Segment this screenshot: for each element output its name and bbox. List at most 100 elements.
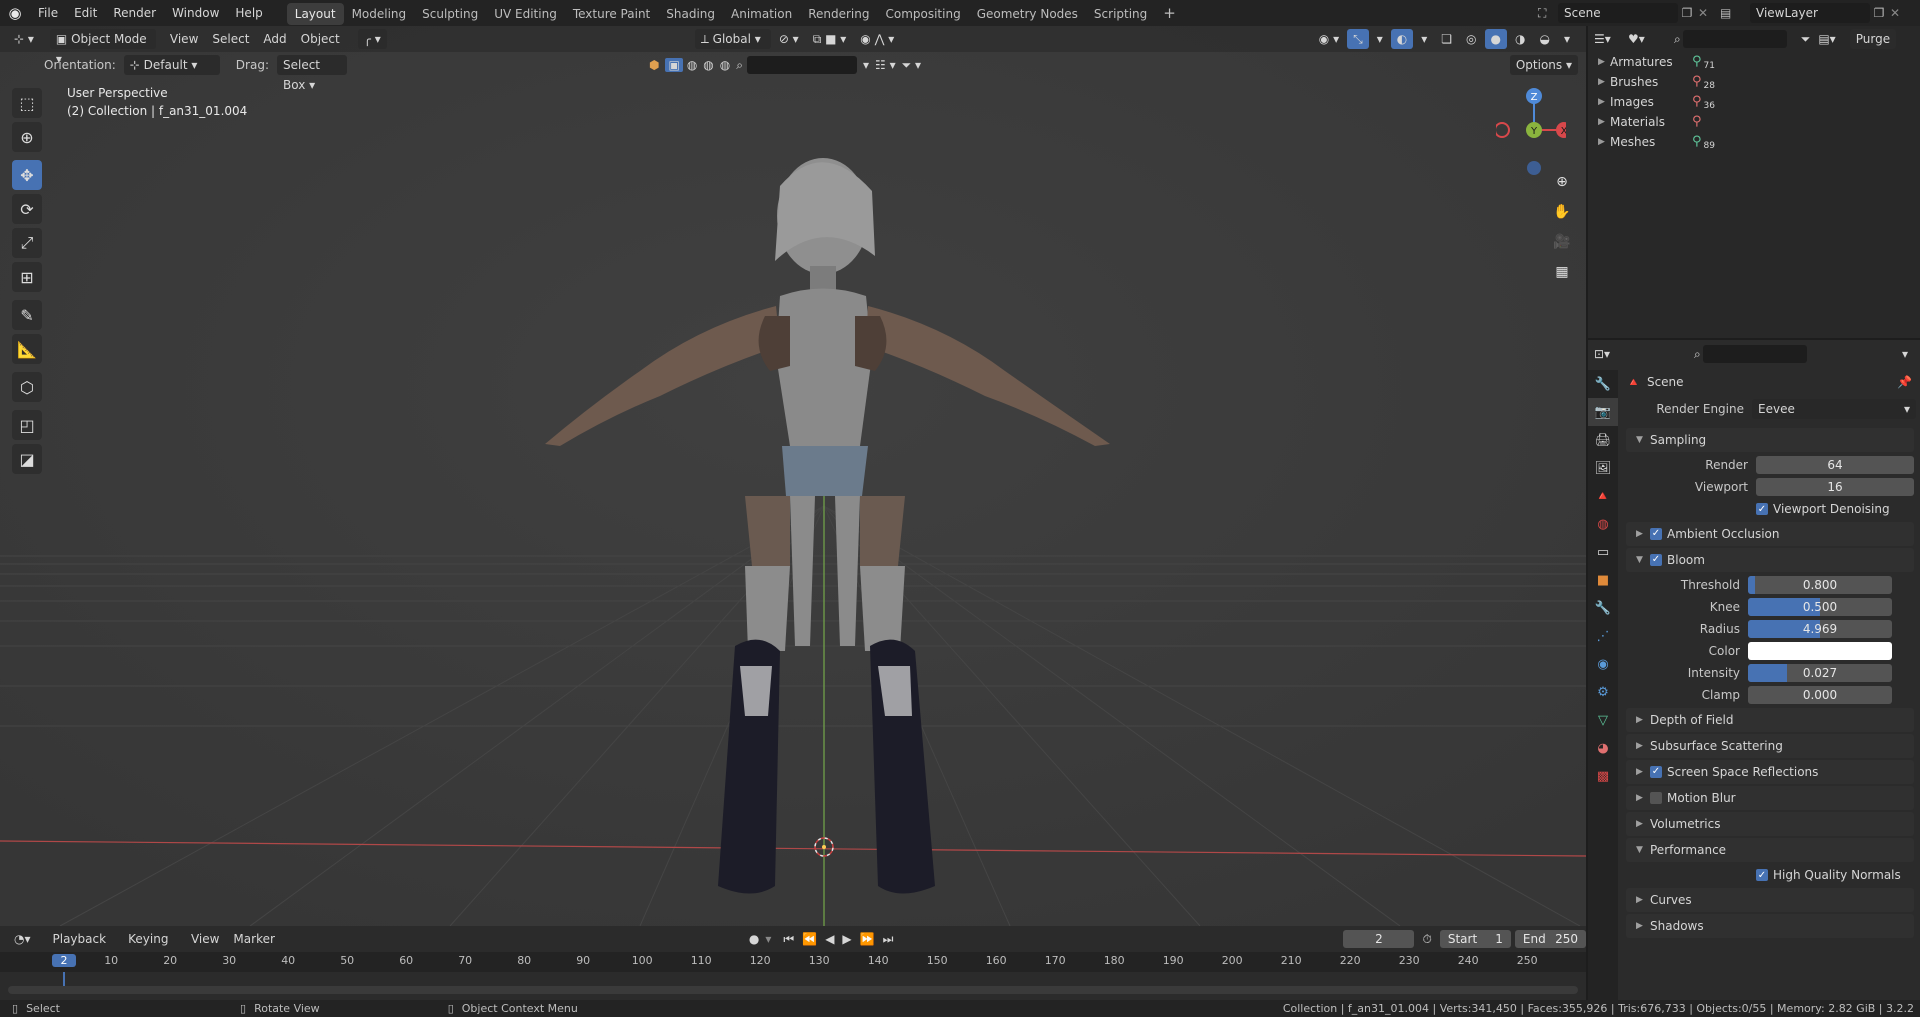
bloom-checkbox[interactable]: ✓ xyxy=(1650,554,1662,566)
viewport-samples-field[interactable]: 16 xyxy=(1756,478,1914,496)
tab-animation[interactable]: Animation xyxy=(723,3,800,25)
cursor-tool-icon[interactable]: ⊕ xyxy=(12,122,42,152)
texture-tool-icon[interactable]: ◪ xyxy=(12,444,42,474)
shading-toggle[interactable]: ╭ ▾ xyxy=(357,29,387,49)
outliner-search-input[interactable] xyxy=(1682,30,1787,48)
select-box-tool-icon[interactable]: ⬚ xyxy=(12,88,42,118)
frame-ruler[interactable]: 2 10 20 30 40 50 60 70 80 90 100 110 120 130 140 150 160… xyxy=(0,952,1586,994)
timeline-menu-marker[interactable]: Marker xyxy=(227,929,280,949)
tab-scripting[interactable]: Scripting xyxy=(1086,3,1155,25)
outliner-item-images[interactable]: ▶ Images ⚲ 36 xyxy=(1588,92,1920,112)
pan-hand-icon[interactable]: ✋ xyxy=(1549,199,1575,225)
bloom-intensity-slider[interactable]: 0.027 xyxy=(1748,664,1892,682)
ssr-checkbox[interactable]: ✓ xyxy=(1650,766,1662,778)
annotate-tool-icon[interactable]: ✎ xyxy=(12,300,42,330)
viewport-menu-object[interactable]: Object xyxy=(295,29,346,49)
3d-viewport[interactable]: ⊹ ▾ ▣ Object Mode ▾ View Select Add Object … xyxy=(0,26,1586,926)
xray-icon[interactable]: ❏ xyxy=(1435,29,1458,49)
hq-normals-checkbox[interactable]: ✓ xyxy=(1756,869,1768,881)
face-select-icon[interactable]: ◍ xyxy=(720,58,730,72)
panel-shadows[interactable]: ▶ Shadows xyxy=(1626,914,1914,938)
modifier-tab-icon[interactable]: 🔧 xyxy=(1588,594,1618,622)
vertex-select-icon[interactable]: ◍ xyxy=(687,58,697,72)
panel-motion-blur[interactable]: ▶ Motion Blur xyxy=(1626,786,1914,810)
constraints-tab-icon[interactable]: ⚙ xyxy=(1588,678,1618,706)
mode-selector[interactable]: ▣ Object Mode ▾ xyxy=(49,29,156,66)
material-shading-icon[interactable]: ◑ xyxy=(1509,29,1531,49)
stopwatch-icon[interactable]: ⏱ xyxy=(1422,932,1431,947)
outliner-item-armatures[interactable]: ▶ Armatures ⚲ 71 xyxy=(1588,52,1920,72)
outliner-item-meshes[interactable]: ▶ Meshes ⚲ 89 xyxy=(1588,132,1920,152)
bloom-threshold-slider[interactable]: 0.800 xyxy=(1748,576,1892,594)
view-layer-copy-icon[interactable]: ❐ xyxy=(1870,6,1888,20)
object-tab-icon[interactable]: ■ xyxy=(1588,566,1618,594)
proportional-edit-icon[interactable]: ◉ ⋀ ▾ xyxy=(854,29,900,49)
timeline-menu-view[interactable]: View xyxy=(185,929,225,949)
viewport-menu-select[interactable]: Select xyxy=(206,29,255,49)
render-tab-icon[interactable]: 📷 xyxy=(1588,398,1618,426)
texture-tab-icon[interactable]: ▩ xyxy=(1588,762,1618,790)
scale-tool-icon[interactable]: ⤢ xyxy=(12,228,42,258)
measure-tool-icon[interactable]: 📐 xyxy=(12,334,42,364)
menu-window[interactable]: Window xyxy=(164,0,227,26)
view-layer-close-icon[interactable]: ✕ xyxy=(1888,6,1902,20)
drag-setting-dropdown[interactable]: Select Box ▾ xyxy=(276,55,347,92)
performance-panel-header[interactable]: ▼ Performance xyxy=(1626,838,1914,862)
outliner-filter-icon[interactable]: ⏷ xyxy=(1801,32,1811,47)
bloom-knee-slider[interactable]: 0.500 xyxy=(1748,598,1892,616)
object-type-icon[interactable]: ⬢ xyxy=(649,58,659,72)
motion-blur-checkbox[interactable] xyxy=(1650,792,1662,804)
expand-arrow-icon[interactable]: ▶ xyxy=(1598,52,1610,72)
sampling-panel-header[interactable]: ▼ Sampling xyxy=(1626,428,1914,452)
tab-texture-paint[interactable]: Texture Paint xyxy=(565,3,658,25)
physics-tab-icon[interactable]: ◉ xyxy=(1588,650,1618,678)
play-reverse-icon[interactable]: ◀ xyxy=(825,932,834,946)
shading-options-icon[interactable]: ▾ xyxy=(1558,29,1576,49)
outliner-item-materials[interactable]: ▶ Materials ⚲ xyxy=(1588,112,1920,132)
funnel-icon[interactable]: ⏷ ▾ xyxy=(902,58,921,73)
tab-layout[interactable]: Layout xyxy=(286,3,344,25)
bloom-color-swatch[interactable] xyxy=(1748,642,1892,660)
gizmo-toggle-icon[interactable]: ⤡ xyxy=(1347,29,1369,49)
tab-compositing[interactable]: Compositing xyxy=(877,3,968,25)
viewport-menu-view[interactable]: View xyxy=(164,29,204,49)
scene-tab-icon[interactable]: 🔺 xyxy=(1588,482,1618,510)
bloom-panel-header[interactable]: ▼ ✓ Bloom xyxy=(1626,548,1914,572)
scene-close-icon[interactable]: ✕ xyxy=(1696,6,1710,20)
expand-arrow-icon[interactable]: ▶ xyxy=(1598,92,1610,112)
filter-dropdown-icon[interactable]: ▾ xyxy=(863,58,869,72)
panel-curves[interactable]: ▶ Curves xyxy=(1626,888,1914,912)
gizmo-dropdown-icon[interactable]: ▾ xyxy=(1371,29,1389,49)
pivot-icon[interactable]: ⊘ ▾ xyxy=(773,29,805,49)
timeline-menu-keying[interactable]: Keying ▾ xyxy=(122,929,183,966)
panel-volumetrics[interactable]: ▶ Volumetrics xyxy=(1626,812,1914,836)
ambient-occlusion-panel-header[interactable]: ▶ ✓ Ambient Occlusion xyxy=(1626,522,1914,546)
render-engine-dropdown[interactable]: Eevee ▾ xyxy=(1752,399,1916,419)
record-dropdown-icon[interactable]: ▾ xyxy=(765,932,771,946)
edge-select-icon[interactable]: ◍ xyxy=(703,58,713,72)
snap-icon[interactable]: ⧉ ■ ▾ xyxy=(807,29,853,49)
viewport-denoising-row[interactable]: ✓ Viewport Denoising xyxy=(1622,498,1918,520)
camera-view-icon[interactable]: 🎥 xyxy=(1549,229,1575,255)
editor-type-icon[interactable]: ⊹ ▾ xyxy=(8,29,40,49)
panel-screen-space-reflections[interactable]: ▶ ✓ Screen Space Reflections xyxy=(1626,760,1914,784)
overlay-toggle-icon[interactable]: ◐ xyxy=(1390,29,1414,49)
tab-geometry-nodes[interactable]: Geometry Nodes xyxy=(969,3,1086,25)
menu-render[interactable]: Render xyxy=(105,0,164,26)
overlay-dropdown-icon[interactable]: ▾ xyxy=(1415,29,1433,49)
scene-selector[interactable]: Scene xyxy=(1558,3,1678,23)
panel-depth-of-field[interactable]: ▶ Depth of Field xyxy=(1626,708,1914,732)
transform-tool-icon[interactable]: ⊞ xyxy=(12,262,42,292)
jump-end-icon[interactable]: ⏭ xyxy=(883,932,894,947)
shear-tool-icon[interactable]: ◰ xyxy=(12,410,42,440)
timeline-scrollbar[interactable] xyxy=(8,986,1578,994)
blender-logo-icon[interactable]: ◉ xyxy=(0,4,30,22)
solid-shading-icon[interactable]: ● xyxy=(1484,29,1507,49)
ambient-occlusion-checkbox[interactable]: ✓ xyxy=(1650,528,1662,540)
bloom-radius-slider[interactable]: 4.969 xyxy=(1748,620,1892,638)
view-layer-selector[interactable]: ViewLayer xyxy=(1750,3,1870,23)
menu-file[interactable]: File xyxy=(30,0,66,26)
move-tool-icon[interactable]: ✥ xyxy=(12,160,42,190)
rendered-shading-icon[interactable]: ◒ xyxy=(1533,29,1555,49)
perspective-toggle-icon[interactable]: ▦ xyxy=(1549,259,1575,285)
